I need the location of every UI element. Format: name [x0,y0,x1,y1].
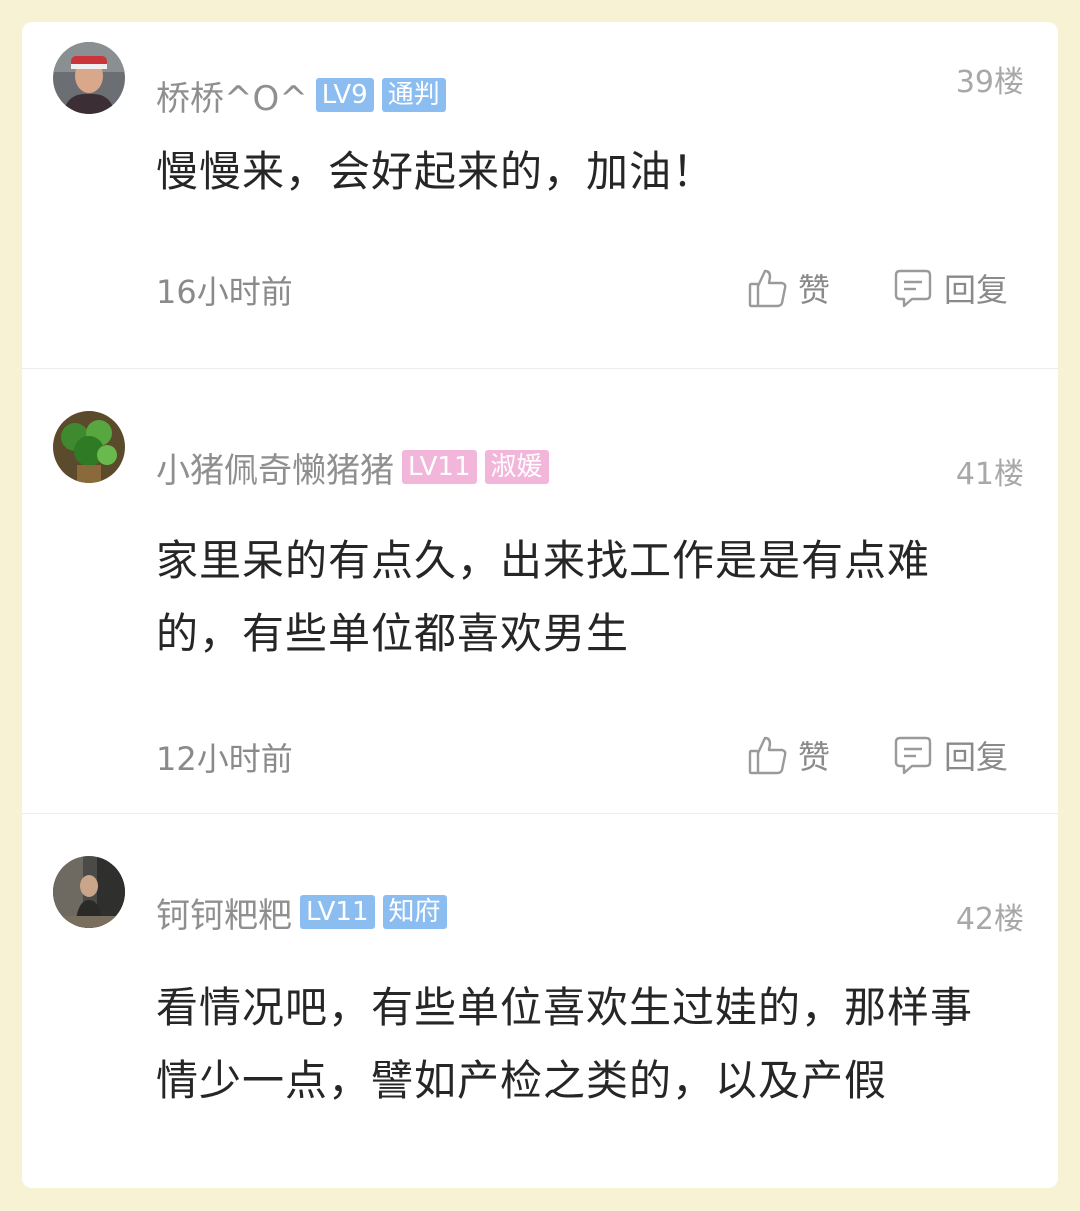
comment-item: 小猪佩奇懒猪猪 LV11 淑媛 41楼 家里呆的有点久，出来找工作是是有点难的，… [22,369,1058,813]
comment-text: 看情况吧，有些单位喜欢生过娃的，那样事情少一点，譬如产检之类的，以及产假 [156,983,974,1105]
username[interactable]: 桥桥^O^ [156,71,308,120]
reply-button[interactable]: 回复 [892,265,1008,311]
comment-item: 钶钶粑粑 LV11 知府 42楼 看情况吧，有些单位喜欢生过娃的，那样事情少一点… [22,814,1058,1188]
avatar[interactable] [53,411,125,483]
username[interactable]: 小猪佩奇懒猪猪 [156,443,394,492]
comment-header: 钶钶粑粑 LV11 知府 [156,892,447,936]
like-label: 赞 [798,738,831,776]
timestamp: 16小时前 [156,273,293,311]
level-badge: LV11 [300,895,375,929]
title-badge: 知府 [382,895,447,929]
level-badge: LV9 [315,78,374,112]
level-badge: LV11 [402,450,477,484]
comment-list: 桥桥^O^ LV9 通判 39楼 慢慢来，会好起来的，加油！ 16小时前 赞 回… [22,22,1058,1188]
comment-item: 桥桥^O^ LV9 通判 39楼 慢慢来，会好起来的，加油！ 16小时前 赞 回… [22,22,1058,368]
username[interactable]: 钶钶粑粑 [156,888,292,937]
like-button[interactable]: 赞 [748,732,830,778]
timestamp: 12小时前 [156,740,293,778]
avatar[interactable] [53,42,125,114]
avatar[interactable] [53,856,125,928]
title-badge: 通判 [381,78,446,112]
like-button[interactable]: 赞 [748,265,830,311]
reply-label: 回复 [944,271,1009,309]
comment-bubble-icon [892,734,934,776]
thumbs-up-icon [748,267,788,309]
thumbs-up-icon [748,734,788,776]
comment-bubble-icon [892,267,934,309]
floor-number: 42楼 [955,902,1024,937]
floor-number: 41楼 [955,457,1024,492]
floor-number: 39楼 [955,65,1024,100]
reply-label: 回复 [944,738,1009,776]
comment-text: 慢慢来，会好起来的，加油！ [156,147,716,196]
title-badge: 淑媛 [484,450,549,484]
reply-button[interactable]: 回复 [892,732,1008,778]
comment-header: 小猪佩奇懒猪猪 LV11 淑媛 [156,447,549,491]
like-label: 赞 [798,271,831,309]
comment-header: 桥桥^O^ LV9 通判 [156,75,446,119]
comment-text: 家里呆的有点久，出来找工作是是有点难的，有些单位都喜欢男生 [156,536,931,658]
